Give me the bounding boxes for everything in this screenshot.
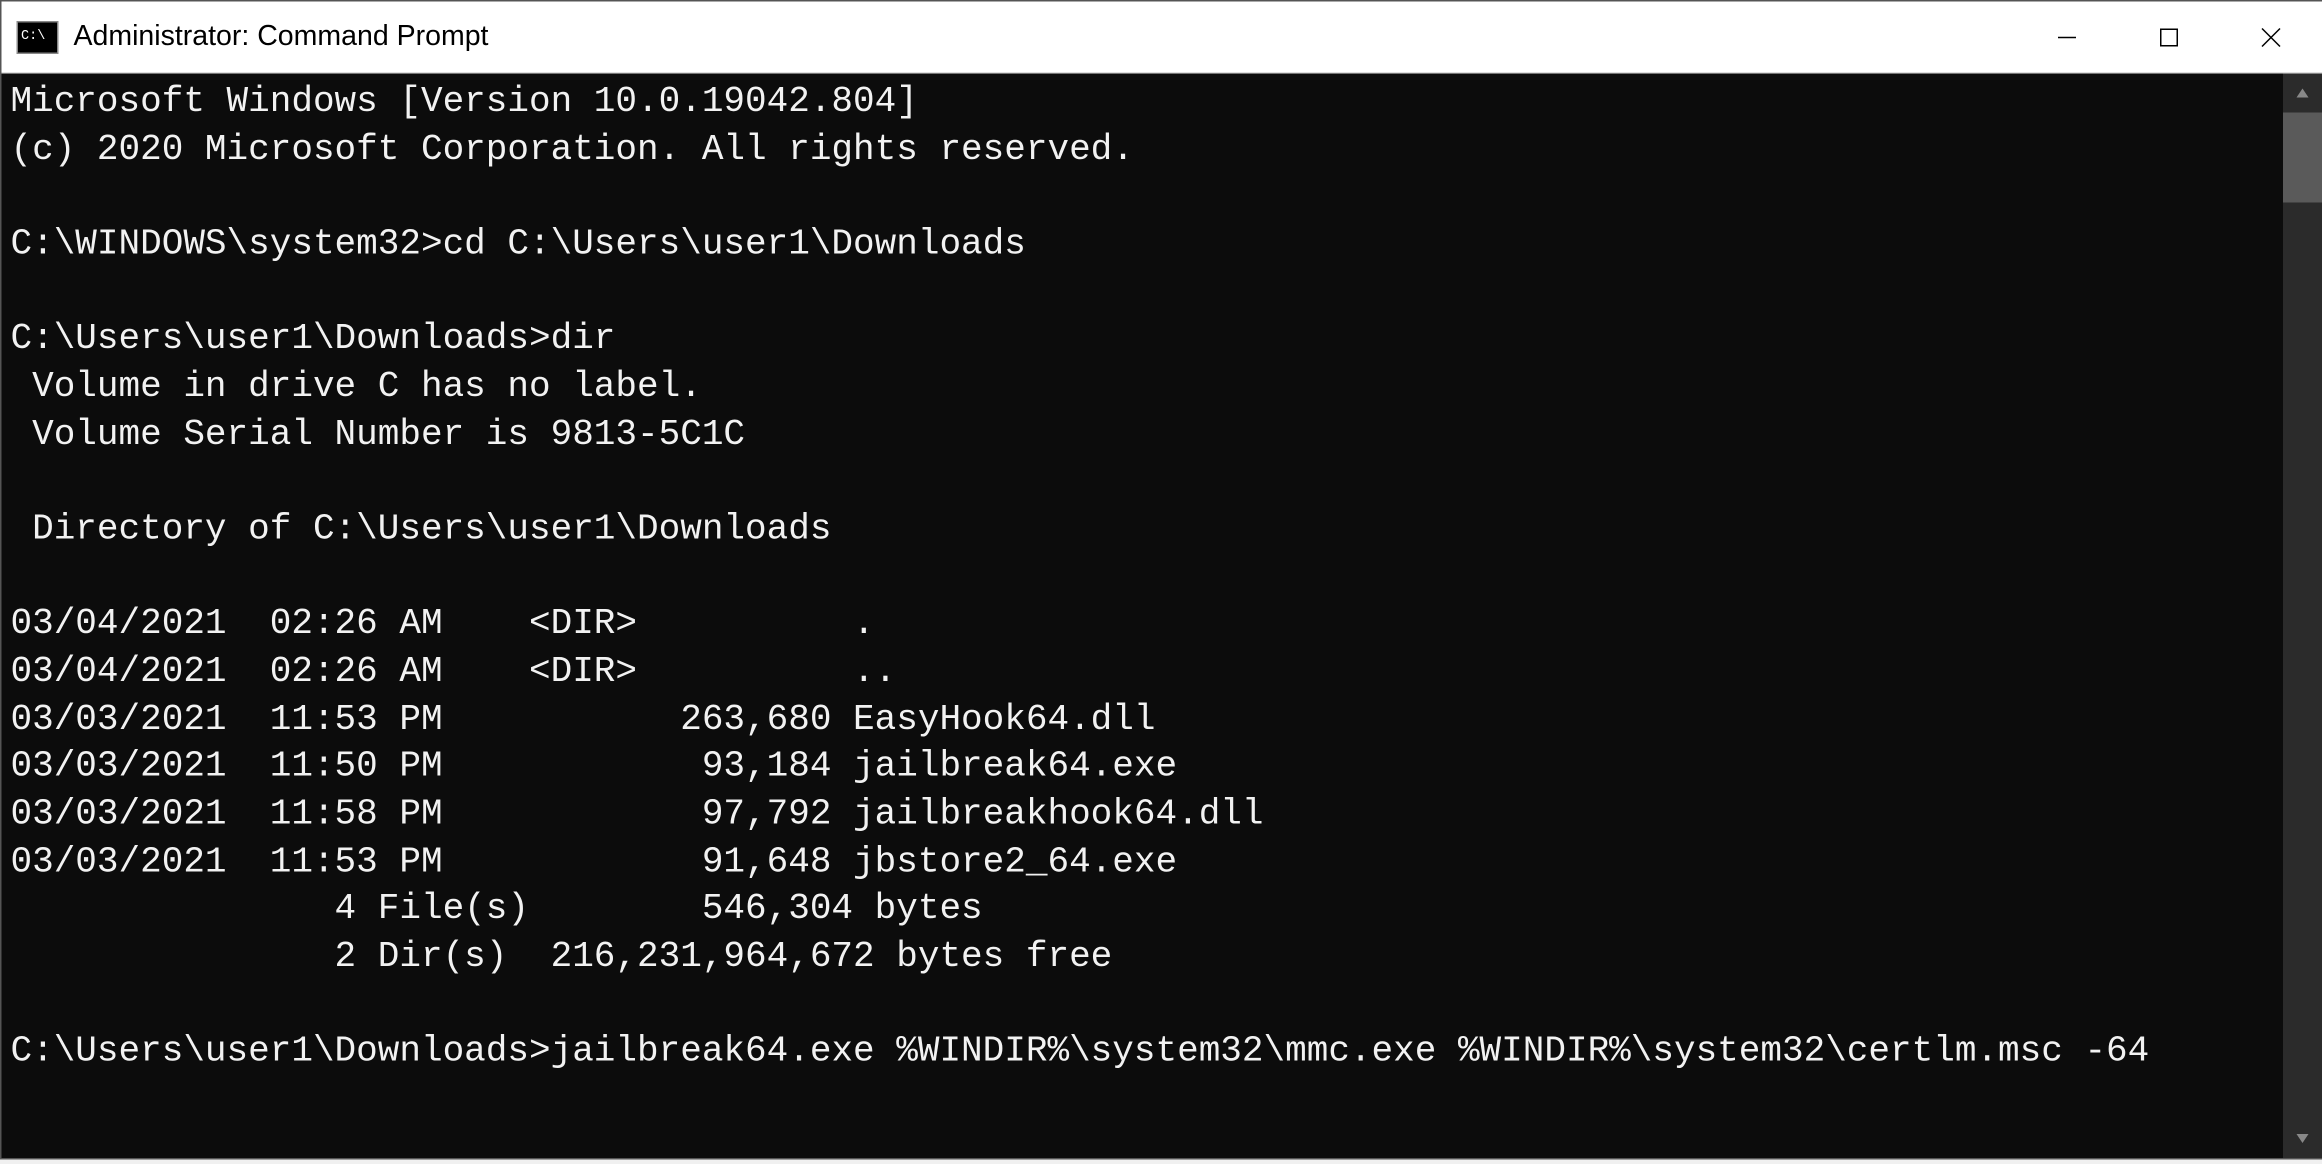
- prompt-command: cd C:\Users\user1\Downloads: [443, 225, 1026, 266]
- chevron-down-icon: [2295, 1131, 2310, 1146]
- dir-summary: 2 Dir(s) 216,231,964,672 bytes free: [11, 938, 1113, 979]
- scroll-track[interactable]: [2283, 113, 2322, 1120]
- scroll-up-button[interactable]: [2283, 74, 2322, 113]
- dir-entry: 03/03/2021 11:58 PM 97,792 jailbreakhook…: [11, 795, 1264, 836]
- scroll-down-button[interactable]: [2283, 1119, 2322, 1158]
- prompt-path: C:\WINDOWS\system32>: [11, 225, 443, 266]
- prompt-command: dir: [551, 320, 616, 361]
- prompt-path: C:\Users\user1\Downloads>: [11, 320, 551, 361]
- command-prompt-window: Administrator: Command Prompt Microsoft …: [0, 0, 2322, 1160]
- minimize-icon: [2057, 26, 2078, 47]
- client-area: Microsoft Windows [Version 10.0.19042.80…: [2, 74, 2322, 1159]
- dir-entry: 03/03/2021 11:53 PM 91,648 jbstore2_64.e…: [11, 843, 1178, 884]
- close-button[interactable]: [2220, 2, 2322, 73]
- dir-summary: 4 File(s) 546,304 bytes: [11, 890, 983, 931]
- maximize-icon: [2159, 26, 2180, 47]
- maximize-button[interactable]: [2118, 2, 2220, 73]
- dir-header-line: Directory of C:\Users\user1\Downloads: [11, 510, 832, 551]
- prompt-line: C:\Users\user1\Downloads>dir: [11, 320, 616, 361]
- prompt-line: C:\WINDOWS\system32>cd C:\Users\user1\Do…: [11, 225, 1026, 266]
- dir-entry: 03/04/2021 02:26 AM <DIR> .: [11, 605, 875, 646]
- prompt-path: C:\Users\user1\Downloads>: [11, 1033, 551, 1074]
- banner-line: (c) 2020 Microsoft Corporation. All righ…: [11, 130, 1134, 171]
- chevron-up-icon: [2295, 86, 2310, 101]
- dir-volume-line: Volume in drive C has no label.: [11, 368, 702, 409]
- scroll-thumb[interactable]: [2283, 113, 2322, 203]
- vertical-scrollbar[interactable]: [2283, 74, 2322, 1159]
- dir-entry: 03/04/2021 02:26 AM <DIR> ..: [11, 653, 897, 694]
- titlebar[interactable]: Administrator: Command Prompt: [2, 2, 2322, 74]
- dir-entry: 03/03/2021 11:50 PM 93,184 jailbreak64.e…: [11, 748, 1178, 789]
- prompt-line: C:\Users\user1\Downloads>jailbreak64.exe…: [11, 1033, 2150, 1074]
- minimize-button[interactable]: [2016, 2, 2118, 73]
- terminal-output[interactable]: Microsoft Windows [Version 10.0.19042.80…: [2, 74, 2284, 1159]
- window-controls: [2016, 2, 2322, 73]
- dir-volume-line: Volume Serial Number is 9813-5C1C: [11, 415, 746, 456]
- prompt-command: jailbreak64.exe %WINDIR%\system32\mmc.ex…: [551, 1033, 2150, 1074]
- cmd-icon: [17, 20, 59, 53]
- close-icon: [2261, 26, 2282, 47]
- window-title: Administrator: Command Prompt: [74, 20, 489, 53]
- banner-line: Microsoft Windows [Version 10.0.19042.80…: [11, 83, 918, 124]
- dir-entry: 03/03/2021 11:53 PM 263,680 EasyHook64.d…: [11, 700, 1156, 741]
- titlebar-left: Administrator: Command Prompt: [2, 20, 489, 53]
